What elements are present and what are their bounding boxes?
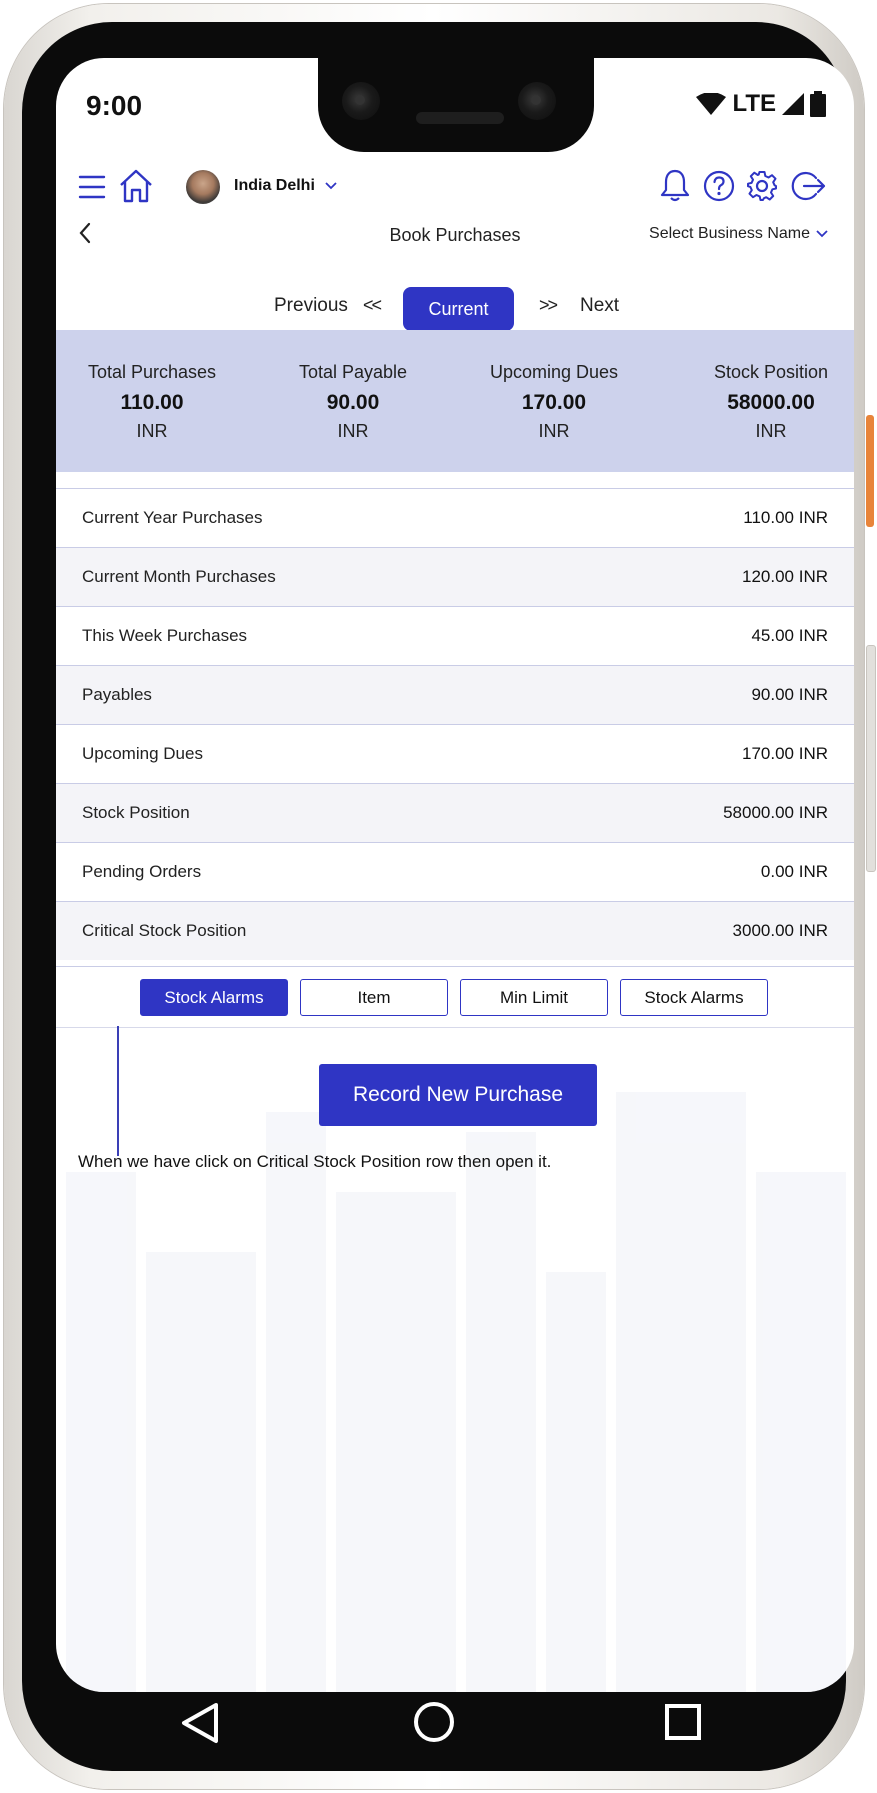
purchase-summary-list: Current Year Purchases 110.00 INR Curren…: [56, 488, 854, 960]
business-select[interactable]: Select Business Name: [649, 225, 828, 243]
phone-frame: 9:00 LTE India Delhi Book Purchases Sele…: [4, 4, 864, 1789]
volume-button: [866, 415, 874, 527]
front-sensor-icon: [518, 82, 556, 120]
summary-label: Upcoming Dues: [489, 362, 619, 382]
summary-currency: INR: [538, 421, 570, 441]
record-new-purchase-button[interactable]: Record New Purchase: [319, 1064, 597, 1126]
row-label: Current Month Purchases: [82, 567, 276, 586]
next-arrows-icon[interactable]: >>: [539, 295, 558, 316]
summary-label: Total Purchases: [87, 362, 217, 382]
network-type: LTE: [732, 90, 776, 117]
table-row[interactable]: This Week Purchases 45.00 INR: [56, 606, 854, 665]
period-pager: Previous << Current >> Next: [56, 283, 854, 331]
help-icon[interactable]: [703, 170, 735, 202]
battery-icon: [810, 91, 826, 117]
gear-icon[interactable]: [746, 170, 778, 202]
row-amount: 90.00 INR: [751, 685, 828, 704]
summary-currency: INR: [755, 421, 787, 441]
summary-stock-position: Stock Position 58000.00 INR: [706, 362, 836, 442]
summary-label: Stock Position: [713, 362, 829, 382]
user-name[interactable]: India Delhi: [234, 177, 337, 195]
summary-value: 110.00: [120, 391, 184, 414]
summary-value: 170.00: [521, 391, 587, 414]
row-label: Stock Position: [82, 803, 190, 822]
summary-upcoming-dues: Upcoming Dues 170.00 INR: [476, 362, 632, 442]
row-amount: 170.00 INR: [742, 744, 828, 763]
table-row[interactable]: Current Year Purchases 110.00 INR: [56, 488, 854, 547]
previous-arrows-icon[interactable]: <<: [363, 295, 382, 316]
row-label: This Week Purchases: [82, 626, 248, 645]
tab-stock-alarms-2[interactable]: Stock Alarms: [620, 979, 768, 1016]
row-label: Critical Stock Position: [82, 921, 247, 940]
table-row[interactable]: Pending Orders 0.00 INR: [56, 842, 854, 901]
user-name-label: India Delhi: [234, 177, 315, 194]
tab-item[interactable]: Item: [300, 979, 448, 1016]
table-row[interactable]: Stock Position 58000.00 INR: [56, 783, 854, 842]
table-row[interactable]: Payables 90.00 INR: [56, 665, 854, 724]
chevron-down-icon: [325, 182, 337, 190]
summary-value: 58000.00: [727, 391, 815, 414]
status-time: 9:00: [86, 90, 143, 121]
current-button[interactable]: Current: [403, 287, 514, 331]
row-amount: 3000.00 INR: [732, 921, 828, 940]
summary-currency: INR: [136, 421, 168, 441]
row-amount: 45.00 INR: [751, 626, 828, 645]
front-camera-icon: [342, 82, 380, 120]
row-amount: 110.00 INR: [743, 508, 828, 527]
signal-icon: [782, 93, 804, 115]
critical-stock-row[interactable]: Critical Stock Position 3000.00 INR: [56, 901, 854, 960]
tab-min-limit[interactable]: Min Limit: [460, 979, 608, 1016]
nav-recents-icon[interactable]: [664, 1703, 702, 1741]
row-amount: 58000.00 INR: [723, 803, 828, 822]
phone-bezel: 9:00 LTE India Delhi Book Purchases Sele…: [22, 22, 854, 1771]
summary-total-purchases: Total Purchases 110.00 INR: [80, 362, 224, 442]
annotation-line: [117, 1026, 119, 1156]
business-select-label: Select Business Name: [649, 225, 810, 242]
row-amount: 120.00 INR: [742, 567, 828, 586]
wifi-icon: [696, 93, 727, 115]
row-label: Payables: [82, 685, 152, 704]
summary-value: 90.00: [326, 391, 380, 414]
nav-back-icon[interactable]: [180, 1702, 220, 1744]
home-icon[interactable]: [118, 168, 154, 204]
status-indicators: LTE: [696, 90, 826, 118]
annotation-note: When we have click on Critical Stock Pos…: [78, 1152, 552, 1171]
menu-icon[interactable]: [78, 174, 106, 200]
chevron-down-icon: [816, 230, 828, 238]
row-label: Upcoming Dues: [82, 744, 203, 763]
table-row[interactable]: Current Month Purchases 120.00 INR: [56, 547, 854, 606]
camera-notch: [318, 58, 594, 152]
system-nav-bar: [22, 1674, 846, 1771]
app-screen: 9:00 LTE India Delhi Book Purchases Sele…: [56, 58, 854, 1692]
earpiece-speaker: [416, 112, 504, 124]
stock-tabs: Stock Alarms Item Min Limit Stock Alarms: [56, 966, 854, 1028]
row-label: Current Year Purchases: [82, 508, 263, 527]
nav-home-icon[interactable]: [412, 1700, 456, 1744]
tab-stock-alarms[interactable]: Stock Alarms: [140, 979, 288, 1016]
table-row[interactable]: Upcoming Dues 170.00 INR: [56, 724, 854, 783]
row-label: Pending Orders: [82, 862, 202, 881]
logout-icon[interactable]: [790, 170, 826, 202]
summary-label: Total Payable: [298, 362, 408, 382]
summary-currency: INR: [337, 421, 369, 441]
next-link[interactable]: Next: [580, 295, 619, 317]
bell-icon[interactable]: [660, 168, 690, 202]
power-button: [866, 645, 876, 872]
summary-band: Total Purchases 110.00 INR Total Payable…: [56, 330, 854, 472]
summary-total-payable: Total Payable 90.00 INR: [288, 362, 418, 442]
avatar[interactable]: [186, 170, 220, 204]
previous-link[interactable]: Previous: [274, 295, 348, 317]
row-amount: 0.00 INR: [760, 862, 828, 881]
